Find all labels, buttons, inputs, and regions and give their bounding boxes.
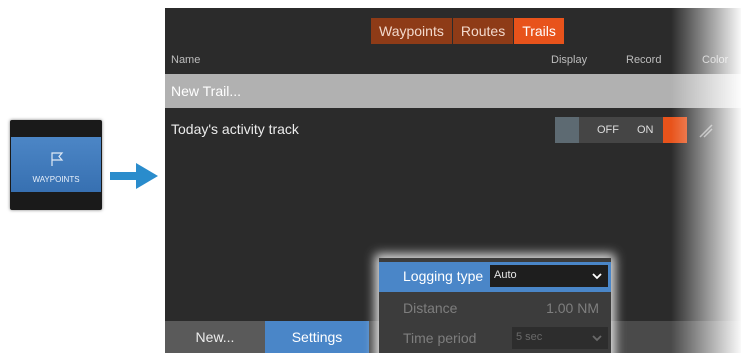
flag-icon	[51, 152, 64, 166]
waypoints-shortcut-tile[interactable]: WAYPOINTS	[11, 137, 101, 192]
trail-color-icon[interactable]	[699, 124, 713, 138]
trail-row-name[interactable]: Today's activity track	[171, 121, 299, 137]
time-period-row: Time period 5 sec	[379, 324, 611, 353]
new-trail-label: New Trail...	[171, 83, 242, 99]
logging-type-value: Auto	[494, 269, 517, 281]
record-toggle[interactable]: ON	[631, 117, 687, 143]
trail-settings-popup: Logging type Auto Distance 1.00 NM Time …	[379, 258, 611, 353]
time-period-label: Time period	[403, 330, 477, 346]
new-trail-row[interactable]: New Trail...	[165, 74, 741, 108]
display-toggle-knob	[555, 117, 579, 143]
column-header-color[interactable]: Color	[702, 54, 728, 66]
record-toggle-knob	[663, 117, 687, 143]
logging-type-row[interactable]: Logging type Auto	[379, 262, 611, 292]
tab-trails[interactable]: Trails	[514, 18, 564, 44]
tab-waypoints[interactable]: Waypoints	[371, 18, 452, 44]
column-header-display[interactable]: Display	[551, 54, 587, 66]
new-button[interactable]: New...	[165, 321, 265, 353]
time-period-select: 5 sec	[512, 327, 608, 349]
column-header-name[interactable]: Name	[171, 54, 200, 66]
time-period-value: 5 sec	[516, 331, 543, 343]
waypoints-dialog: Waypoints Routes Trails Name Display Rec…	[165, 8, 741, 353]
record-toggle-state: ON	[637, 124, 654, 136]
chevron-down-icon	[592, 273, 602, 280]
distance-row: Distance 1.00 NM	[379, 294, 611, 324]
distance-label: Distance	[403, 300, 458, 316]
shortcut-label: WAYPOINTS	[32, 175, 80, 184]
display-toggle[interactable]: OFF	[555, 117, 635, 143]
tab-bar: Waypoints Routes Trails	[371, 18, 564, 44]
arrow-right-icon	[110, 163, 158, 189]
tab-routes[interactable]: Routes	[452, 18, 514, 44]
logging-type-label: Logging type	[403, 268, 484, 284]
chevron-down-icon	[592, 335, 602, 342]
distance-value: 1.00 NM	[546, 300, 599, 316]
settings-button[interactable]: Settings	[265, 321, 369, 353]
column-header-record[interactable]: Record	[626, 54, 661, 66]
display-toggle-state: OFF	[597, 124, 619, 136]
logging-type-select[interactable]: Auto	[490, 265, 608, 287]
